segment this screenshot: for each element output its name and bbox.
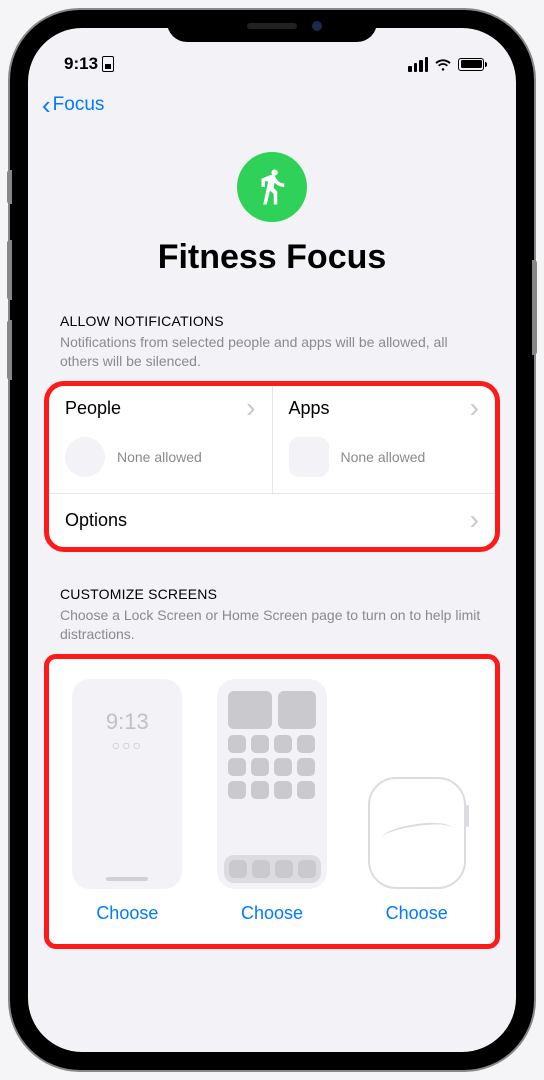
- apps-cell[interactable]: Apps › None allowed: [273, 386, 496, 493]
- wifi-icon: [434, 57, 452, 71]
- people-avatar-placeholder: [65, 437, 105, 477]
- screen: 9:13 ‹ Focus: [28, 28, 516, 1052]
- people-apps-split: People › None allowed Apps ›: [49, 386, 495, 493]
- fitness-icon: [237, 152, 307, 222]
- allow-header: ALLOW NOTIFICATIONS: [44, 313, 500, 333]
- lock-screen-dots: ○○○: [112, 737, 143, 753]
- apps-label: Apps: [289, 398, 330, 419]
- choose-watch-button[interactable]: Choose: [386, 903, 448, 924]
- apps-sub: None allowed: [341, 449, 426, 465]
- mute-switch: [7, 170, 12, 204]
- back-button[interactable]: ‹ Focus: [42, 92, 104, 118]
- people-label: People: [65, 398, 121, 419]
- people-cell[interactable]: People › None allowed: [49, 386, 273, 493]
- customize-screens-card: 9:13 ○○○ Choose: [44, 654, 500, 949]
- page-title: Fitness Focus: [158, 238, 387, 277]
- home-widgets: [228, 691, 316, 799]
- customize-description: Choose a Lock Screen or Home Screen page…: [44, 606, 500, 654]
- customize-header: CUSTOMIZE SCREENS: [44, 586, 500, 606]
- lock-screen-preview[interactable]: 9:13 ○○○: [72, 679, 182, 889]
- watch-face-item: Choose: [348, 777, 485, 924]
- choose-lock-button[interactable]: Choose: [96, 903, 158, 924]
- apps-icon-placeholder: [289, 437, 329, 477]
- home-indicator: [106, 877, 148, 881]
- chevron-right-icon: ›: [246, 400, 255, 417]
- status-left: 9:13: [64, 54, 114, 74]
- power-button: [532, 260, 537, 355]
- watch-face-preview[interactable]: [368, 777, 466, 889]
- allow-notifications-card: People › None allowed Apps ›: [44, 381, 500, 552]
- chevron-left-icon: ‹: [42, 92, 51, 118]
- lock-screen-item: 9:13 ○○○ Choose: [59, 679, 196, 924]
- screens-row: 9:13 ○○○ Choose: [59, 679, 485, 924]
- cellular-signal-icon: [408, 57, 428, 72]
- sim-card-icon: [102, 56, 114, 72]
- volume-down-button: [7, 320, 12, 380]
- chevron-right-icon: ›: [470, 512, 479, 529]
- nav-bar: ‹ Focus: [28, 82, 516, 132]
- volume-up-button: [7, 240, 12, 300]
- status-time: 9:13: [64, 54, 98, 74]
- home-dock: [224, 855, 321, 883]
- widget-icon: [278, 691, 316, 729]
- back-label: Focus: [53, 94, 105, 116]
- phone-frame: 9:13 ‹ Focus: [10, 10, 534, 1070]
- content: Fitness Focus ALLOW NOTIFICATIONS Notifi…: [28, 132, 516, 949]
- watch-face-icon: [381, 819, 453, 847]
- widget-icon: [228, 691, 272, 729]
- options-row[interactable]: Options ›: [49, 493, 495, 547]
- battery-icon: [458, 58, 484, 71]
- chevron-right-icon: ›: [470, 400, 479, 417]
- choose-home-button[interactable]: Choose: [241, 903, 303, 924]
- status-right: [408, 57, 484, 72]
- hero: Fitness Focus: [44, 132, 500, 313]
- app-grid: [228, 735, 316, 799]
- notch: [167, 10, 377, 42]
- options-label: Options: [65, 510, 127, 531]
- people-sub: None allowed: [117, 449, 202, 465]
- home-screen-preview[interactable]: [217, 679, 327, 889]
- allow-description: Notifications from selected people and a…: [44, 333, 500, 381]
- home-screen-item: Choose: [204, 679, 341, 924]
- lock-screen-time: 9:13: [106, 709, 149, 735]
